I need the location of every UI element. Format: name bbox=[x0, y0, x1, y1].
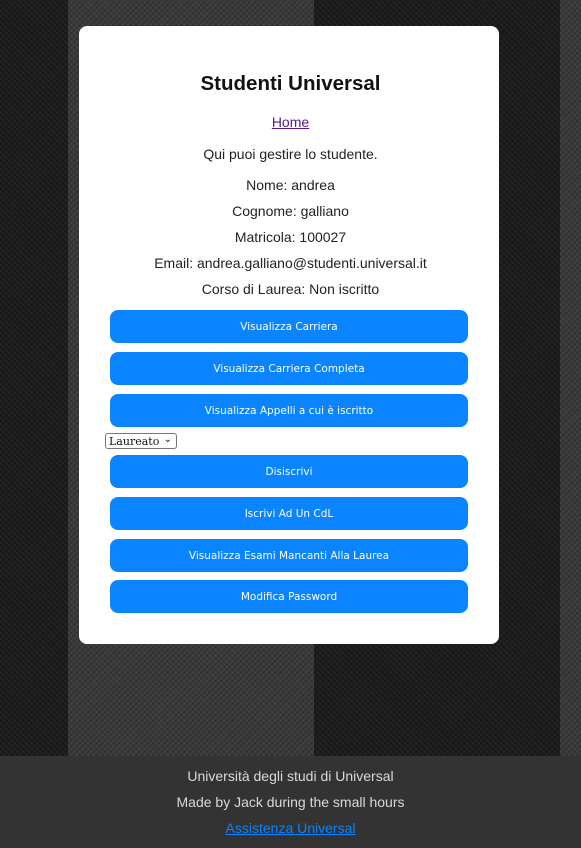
student-nome: Nome: andrea bbox=[246, 177, 335, 193]
visualizza-carriera-button[interactable]: Visualizza Carriera bbox=[110, 310, 468, 343]
disiscrivi-button[interactable]: Disiscrivi bbox=[110, 455, 468, 488]
status-select-value: Laureato bbox=[109, 434, 160, 448]
student-cognome: Cognome: galliano bbox=[232, 203, 349, 219]
page-title: Studenti Universal bbox=[200, 72, 381, 95]
status-select[interactable]: Laureato ⌄ bbox=[105, 433, 177, 449]
modifica-password-button[interactable]: Modifica Password bbox=[110, 580, 468, 613]
student-corso: Corso di Laurea: Non iscritto bbox=[201, 281, 380, 297]
visualizza-carriera-completa-button[interactable]: Visualizza Carriera Completa bbox=[110, 352, 468, 385]
footer-credits: Made by Jack during the small hours bbox=[176, 794, 405, 810]
iscrivi-cdl-button[interactable]: Iscrivi Ad Un CdL bbox=[110, 497, 468, 530]
intro-text: Qui puoi gestire lo studente. bbox=[203, 146, 378, 162]
student-email: Email: andrea.galliano@studenti.universa… bbox=[154, 255, 427, 271]
page-footer: Università degli studi di Universal Made… bbox=[0, 756, 581, 848]
chevron-down-icon: ⌄ bbox=[163, 434, 172, 445]
esami-mancanti-button[interactable]: Visualizza Esami Mancanti Alla Laurea bbox=[110, 539, 468, 572]
support-link[interactable]: Assistenza Universal bbox=[226, 820, 356, 836]
home-link[interactable]: Home bbox=[0, 114, 581, 130]
visualizza-appelli-button[interactable]: Visualizza Appelli a cui è iscritto bbox=[110, 394, 468, 427]
student-matricola: Matricola: 100027 bbox=[234, 229, 347, 245]
footer-university: Università degli studi di Universal bbox=[187, 768, 394, 784]
